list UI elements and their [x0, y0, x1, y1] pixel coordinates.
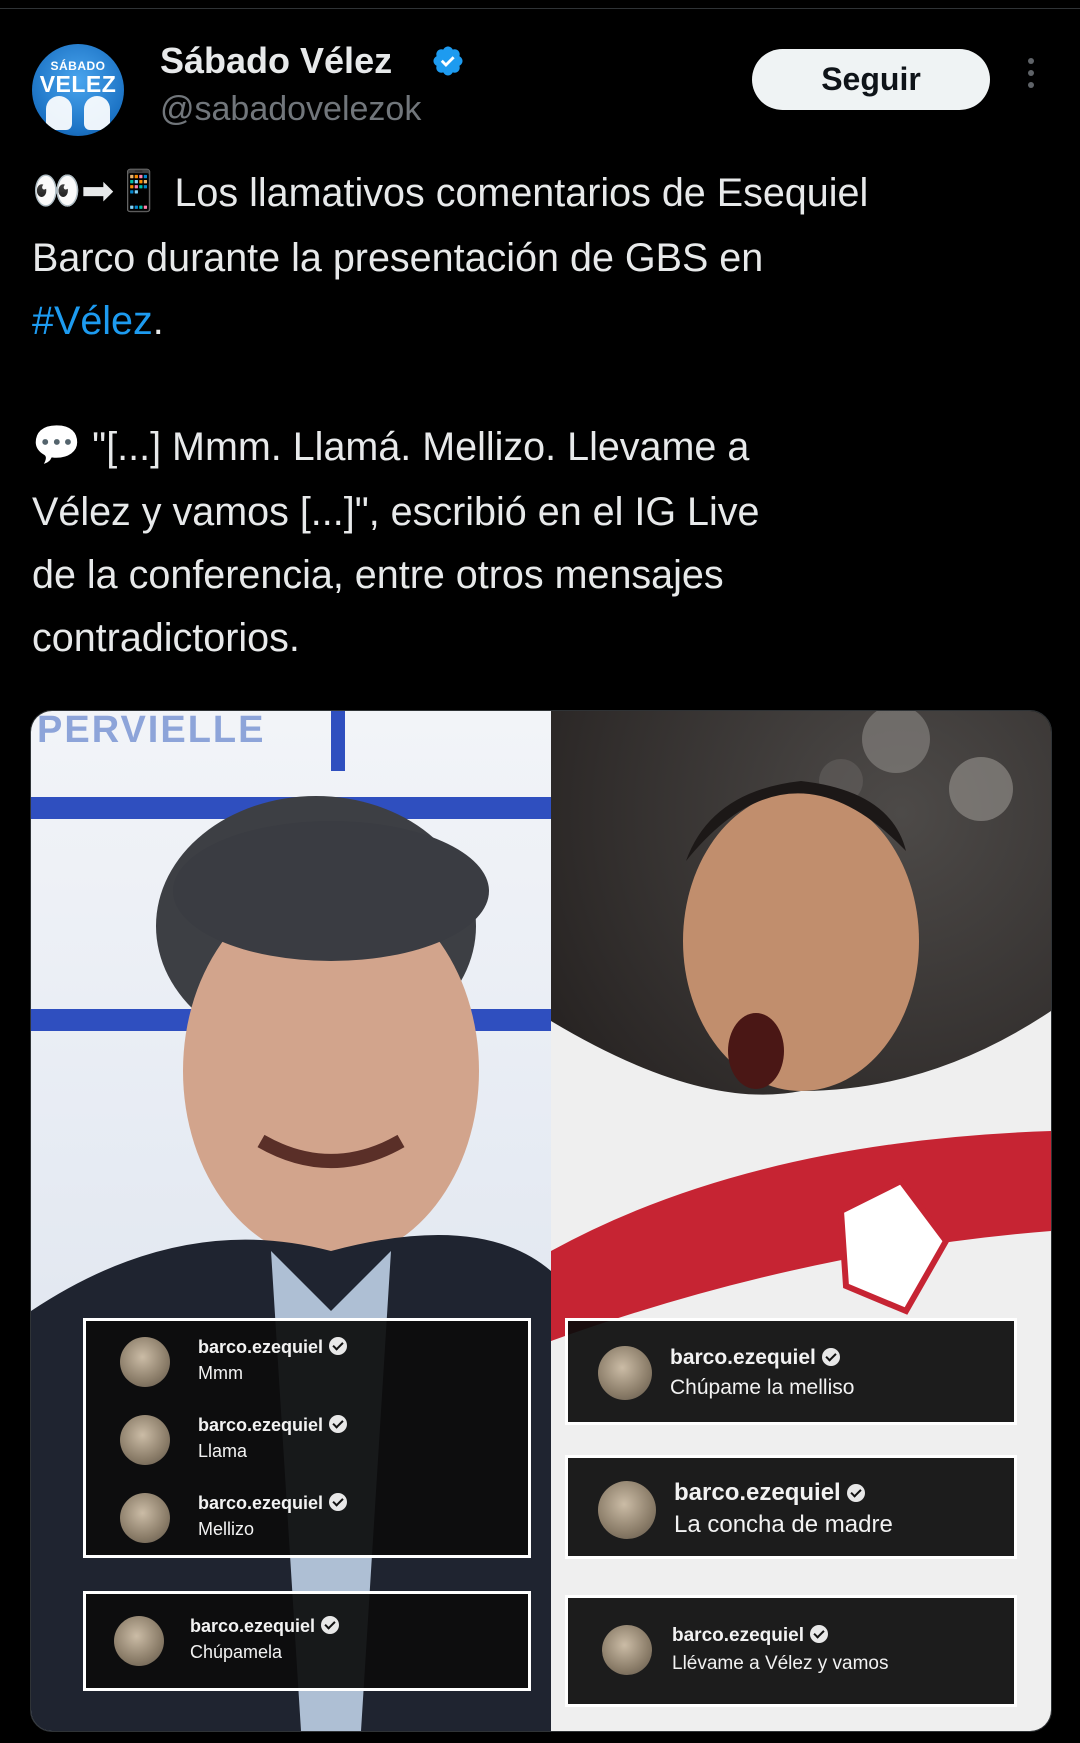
left-photo-person	[31, 796, 551, 1731]
avatar-text-bottom: VELEZ	[39, 71, 117, 97]
ig-user-avatar	[120, 1337, 170, 1387]
more-options-icon[interactable]	[1021, 58, 1041, 100]
ig-verified-icon	[810, 1625, 828, 1643]
ig-comment-row: barco.ezequiel Llévame a Vélez y vamos	[568, 1615, 1014, 1685]
ig-verified-icon	[846, 1484, 865, 1502]
ig-verified-icon	[821, 1348, 840, 1366]
speech-bubble-emoji: 💬	[32, 423, 82, 468]
tweet-text: 👀➡📱 Los llamativos comentarios de Esequi…	[32, 162, 1042, 670]
ig-username: barco.ezequiel	[198, 1337, 348, 1358]
hashtag-period: .	[152, 299, 164, 344]
ig-username: barco.ezequiel	[198, 1493, 348, 1514]
verified-badge-icon	[433, 46, 463, 76]
ig-comment-row: barco.ezequiel Mellizo	[86, 1483, 528, 1553]
ig-message: Mellizo	[198, 1519, 255, 1539]
ig-username: barco.ezequiel	[672, 1625, 828, 1647]
author-handle[interactable]: @sabadovelezok	[160, 90, 421, 129]
ig-comment-row: barco.ezequiel Mmm	[86, 1327, 528, 1397]
media-right-panel: barco.ezequiel Chúpame la melliso barco.…	[551, 711, 1051, 1731]
ig-comment-row: barco.ezequiel Chúpame la melliso	[568, 1336, 1014, 1406]
ig-verified-icon	[321, 1616, 340, 1634]
hashtag-velez[interactable]: #Vélez	[32, 299, 153, 343]
avatar-figure-left	[46, 96, 72, 130]
ig-username-text: barco.ezequiel	[674, 1479, 841, 1506]
ig-username-text: barco.ezequiel	[198, 1415, 324, 1435]
right-photo-player	[551, 711, 1051, 1731]
tweet-media-image[interactable]: PERVIELLE barco.ezequiel Mmm barco.ezequ…	[30, 710, 1052, 1732]
tweet-text-line1: Los llamativos comentarios de Esequiel	[174, 171, 869, 215]
top-divider	[0, 8, 1080, 9]
tweet-line-1: 👀➡📱 Los llamativos comentarios de Esequi…	[32, 162, 1042, 227]
tweet-line-4: 💬 "[...] Mmm. Llamá. Mellizo. Llevame a	[32, 416, 1042, 481]
ig-comment-single-left: barco.ezequiel Chúpamela	[83, 1591, 531, 1691]
ig-verified-icon	[329, 1337, 348, 1355]
ig-comment-row: barco.ezequiel Chúpamela	[86, 1606, 528, 1676]
ig-comments-group-left: barco.ezequiel Mmm barco.ezequiel Llama …	[83, 1318, 531, 1558]
ig-comment-right-1: barco.ezequiel Chúpame la melliso	[565, 1318, 1017, 1425]
author-display-name[interactable]: Sábado Vélez	[160, 40, 392, 82]
ig-verified-icon	[329, 1415, 348, 1433]
ig-username: barco.ezequiel	[674, 1479, 865, 1507]
ig-user-avatar	[598, 1346, 652, 1400]
ig-message: Mmm	[198, 1363, 243, 1383]
ig-message: Llama	[198, 1441, 248, 1461]
ig-user-avatar	[598, 1481, 656, 1539]
ig-username: barco.ezequiel	[670, 1346, 840, 1370]
follow-button[interactable]: Seguir	[752, 49, 990, 110]
tweet-text-line4: "[...] Mmm. Llamá. Mellizo. Llevame a	[92, 425, 750, 470]
ig-username-text: barco.ezequiel	[198, 1337, 324, 1357]
ig-message: Chúpame la melliso	[670, 1376, 855, 1399]
tweet-line-5: Vélez y vamos [...]", escribió en el IG …	[32, 490, 760, 535]
ig-username-text: barco.ezequiel	[672, 1625, 804, 1646]
ig-username-text: barco.ezequiel	[670, 1346, 816, 1369]
tweet-line-2: Barco durante la presentación de GBS en	[32, 236, 764, 281]
ig-user-avatar	[120, 1493, 170, 1543]
tweet-line-7: contradictorios.	[32, 616, 300, 661]
ig-comment-right-2: barco.ezequiel La concha de madre	[565, 1455, 1017, 1559]
ig-username: barco.ezequiel	[190, 1616, 340, 1637]
ig-username-text: barco.ezequiel	[198, 1493, 324, 1513]
ig-comment-row: barco.ezequiel La concha de madre	[568, 1471, 1014, 1541]
tweet-line-6: de la conferencia, entre otros mensajes	[32, 553, 724, 598]
ig-user-avatar	[114, 1616, 164, 1666]
ig-username: barco.ezequiel	[198, 1415, 348, 1436]
ig-message: La concha de madre	[674, 1511, 893, 1538]
eyes-arrow-phone-emoji: 👀➡📱	[32, 169, 164, 214]
ig-username-text: barco.ezequiel	[190, 1616, 316, 1636]
ig-message: Chúpamela	[190, 1642, 283, 1662]
avatar-figure-right	[84, 96, 110, 130]
ig-message: Llévame a Vélez y vamos	[672, 1653, 889, 1674]
ig-comment-right-3: barco.ezequiel Llévame a Vélez y vamos	[565, 1595, 1017, 1707]
ig-user-avatar	[602, 1625, 652, 1675]
tweet-line-3: #Vélez.	[32, 290, 1042, 353]
ig-comment-row: barco.ezequiel Llama	[86, 1405, 528, 1475]
author-avatar[interactable]: SÁBADO VELEZ	[32, 44, 124, 136]
ig-verified-icon	[329, 1493, 348, 1511]
ig-user-avatar	[120, 1415, 170, 1465]
media-left-panel: PERVIELLE barco.ezequiel Mmm barco.ezequ…	[31, 711, 551, 1731]
